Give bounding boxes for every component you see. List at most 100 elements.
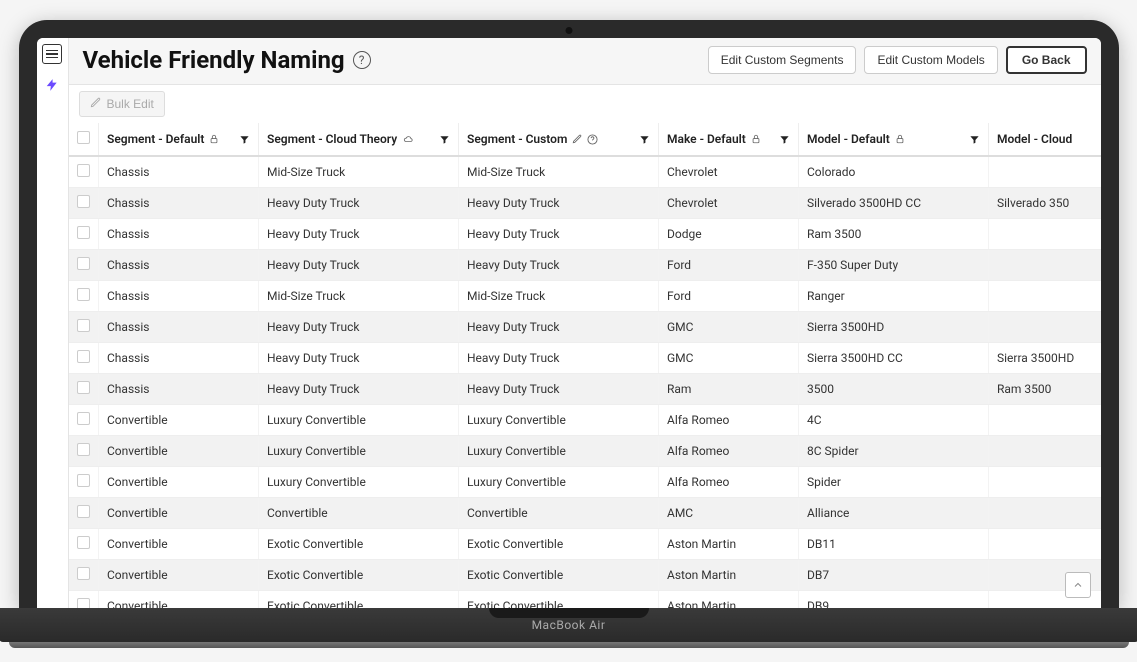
row-checkbox[interactable] [77, 567, 90, 580]
edit-custom-segments-button[interactable]: Edit Custom Segments [708, 46, 857, 74]
cell-segment-cloud: Heavy Duty Truck [259, 188, 459, 219]
table-row[interactable]: ChassisHeavy Duty TruckHeavy Duty TruckG… [69, 343, 1101, 374]
row-checkbox[interactable] [77, 443, 90, 456]
cell-segment-custom: Convertible [459, 498, 659, 529]
row-checkbox-cell [69, 498, 99, 529]
cell-segment-cloud: Heavy Duty Truck [259, 219, 459, 250]
table-wrap[interactable]: Segment - Default Segment - Cloud Theory [69, 123, 1101, 608]
row-checkbox[interactable] [77, 474, 90, 487]
filter-icon[interactable] [239, 134, 250, 145]
cell-segment-cloud: Exotic Convertible [259, 560, 459, 591]
cell-make: Ford [659, 250, 799, 281]
cell-segment-custom: Exotic Convertible [459, 529, 659, 560]
cell-model-cloud [989, 250, 1101, 281]
row-checkbox[interactable] [77, 412, 90, 425]
cell-model: 4C [799, 405, 989, 436]
table-row[interactable]: ConvertibleLuxury ConvertibleLuxury Conv… [69, 467, 1101, 498]
cell-segment-custom: Exotic Convertible [459, 591, 659, 609]
row-checkbox-cell [69, 281, 99, 312]
table-row[interactable]: ConvertibleLuxury ConvertibleLuxury Conv… [69, 405, 1101, 436]
cell-make: Alfa Romeo [659, 405, 799, 436]
table-row[interactable]: ChassisMid-Size TruckMid-Size TruckChevr… [69, 156, 1101, 188]
cell-segment-cloud: Heavy Duty Truck [259, 374, 459, 405]
row-checkbox-cell [69, 343, 99, 374]
row-checkbox-cell [69, 312, 99, 343]
bolt-icon[interactable] [45, 76, 59, 97]
col-model-cloud: Model - Cloud [989, 123, 1101, 156]
table-row[interactable]: ChassisMid-Size TruckMid-Size TruckFordR… [69, 281, 1101, 312]
cell-segment-custom: Heavy Duty Truck [459, 312, 659, 343]
cell-segment-custom: Heavy Duty Truck [459, 250, 659, 281]
col-make-default: Make - Default [659, 123, 799, 156]
table-row[interactable]: ConvertibleExotic ConvertibleExotic Conv… [69, 591, 1101, 609]
row-checkbox[interactable] [77, 505, 90, 518]
table-row[interactable]: ChassisHeavy Duty TruckHeavy Duty TruckG… [69, 312, 1101, 343]
table-row[interactable]: ConvertibleExotic ConvertibleExotic Conv… [69, 529, 1101, 560]
cell-make: Aston Martin [659, 591, 799, 609]
device-label: MacBook Air [532, 618, 606, 632]
cell-model-cloud: Ram 3500 [989, 374, 1101, 405]
edit-custom-models-button[interactable]: Edit Custom Models [864, 46, 997, 74]
table-row[interactable]: ChassisHeavy Duty TruckHeavy Duty TruckR… [69, 374, 1101, 405]
row-checkbox[interactable] [77, 226, 90, 239]
filter-icon[interactable] [969, 134, 980, 145]
side-rail [37, 38, 69, 608]
lock-icon [895, 134, 905, 144]
row-checkbox-cell [69, 591, 99, 609]
cell-segment-custom: Mid-Size Truck [459, 281, 659, 312]
bulk-edit-button[interactable]: Bulk Edit [79, 91, 165, 117]
table-row[interactable]: ChassisHeavy Duty TruckHeavy Duty TruckC… [69, 188, 1101, 219]
table-row[interactable]: ChassisHeavy Duty TruckHeavy Duty TruckD… [69, 219, 1101, 250]
page-title: Vehicle Friendly Naming [83, 46, 345, 74]
table-row[interactable]: ConvertibleConvertibleConvertibleAMCAlli… [69, 498, 1101, 529]
cell-make: Aston Martin [659, 560, 799, 591]
toolbar: Bulk Edit [69, 85, 1101, 123]
cell-model: F-350 Super Duty [799, 250, 989, 281]
screen: Vehicle Friendly Naming ? Edit Custom Se… [37, 38, 1101, 608]
cell-model: Colorado [799, 156, 989, 188]
row-checkbox-cell [69, 188, 99, 219]
row-checkbox[interactable] [77, 257, 90, 270]
cell-segment-default: Convertible [99, 529, 259, 560]
filter-icon[interactable] [639, 134, 650, 145]
cell-model: Alliance [799, 498, 989, 529]
filter-icon[interactable] [779, 134, 790, 145]
cell-segment-cloud: Luxury Convertible [259, 436, 459, 467]
row-checkbox-cell [69, 560, 99, 591]
help-icon[interactable]: ? [353, 51, 371, 69]
cell-model: 8C Spider [799, 436, 989, 467]
row-checkbox[interactable] [77, 288, 90, 301]
row-checkbox[interactable] [77, 350, 90, 363]
row-checkbox[interactable] [77, 319, 90, 332]
cell-segment-default: Convertible [99, 498, 259, 529]
cell-make: AMC [659, 498, 799, 529]
question-icon[interactable] [587, 134, 598, 145]
cell-model-cloud [989, 529, 1101, 560]
cell-model-cloud [989, 405, 1101, 436]
cell-model: Silverado 3500HD CC [799, 188, 989, 219]
row-checkbox[interactable] [77, 381, 90, 394]
row-checkbox[interactable] [77, 195, 90, 208]
pencil-icon [90, 97, 101, 111]
cell-model-cloud [989, 312, 1101, 343]
table-row[interactable]: ConvertibleLuxury ConvertibleLuxury Conv… [69, 436, 1101, 467]
cell-segment-default: Convertible [99, 436, 259, 467]
row-checkbox[interactable] [77, 164, 90, 177]
go-back-button[interactable]: Go Back [1006, 46, 1087, 74]
scroll-top-button[interactable] [1065, 572, 1091, 598]
filter-icon[interactable] [439, 134, 450, 145]
cell-segment-default: Chassis [99, 312, 259, 343]
select-all-checkbox[interactable] [77, 131, 90, 144]
row-checkbox-cell [69, 467, 99, 498]
cell-segment-custom: Heavy Duty Truck [459, 188, 659, 219]
menu-icon[interactable] [42, 44, 62, 64]
cell-model: DB7 [799, 560, 989, 591]
cell-segment-cloud: Convertible [259, 498, 459, 529]
table-row[interactable]: ChassisHeavy Duty TruckHeavy Duty TruckF… [69, 250, 1101, 281]
table-row[interactable]: ConvertibleExotic ConvertibleExotic Conv… [69, 560, 1101, 591]
cell-segment-custom: Exotic Convertible [459, 560, 659, 591]
cell-model: Spider [799, 467, 989, 498]
row-checkbox[interactable] [77, 536, 90, 549]
row-checkbox[interactable] [77, 598, 90, 608]
header: Vehicle Friendly Naming ? Edit Custom Se… [69, 38, 1101, 85]
